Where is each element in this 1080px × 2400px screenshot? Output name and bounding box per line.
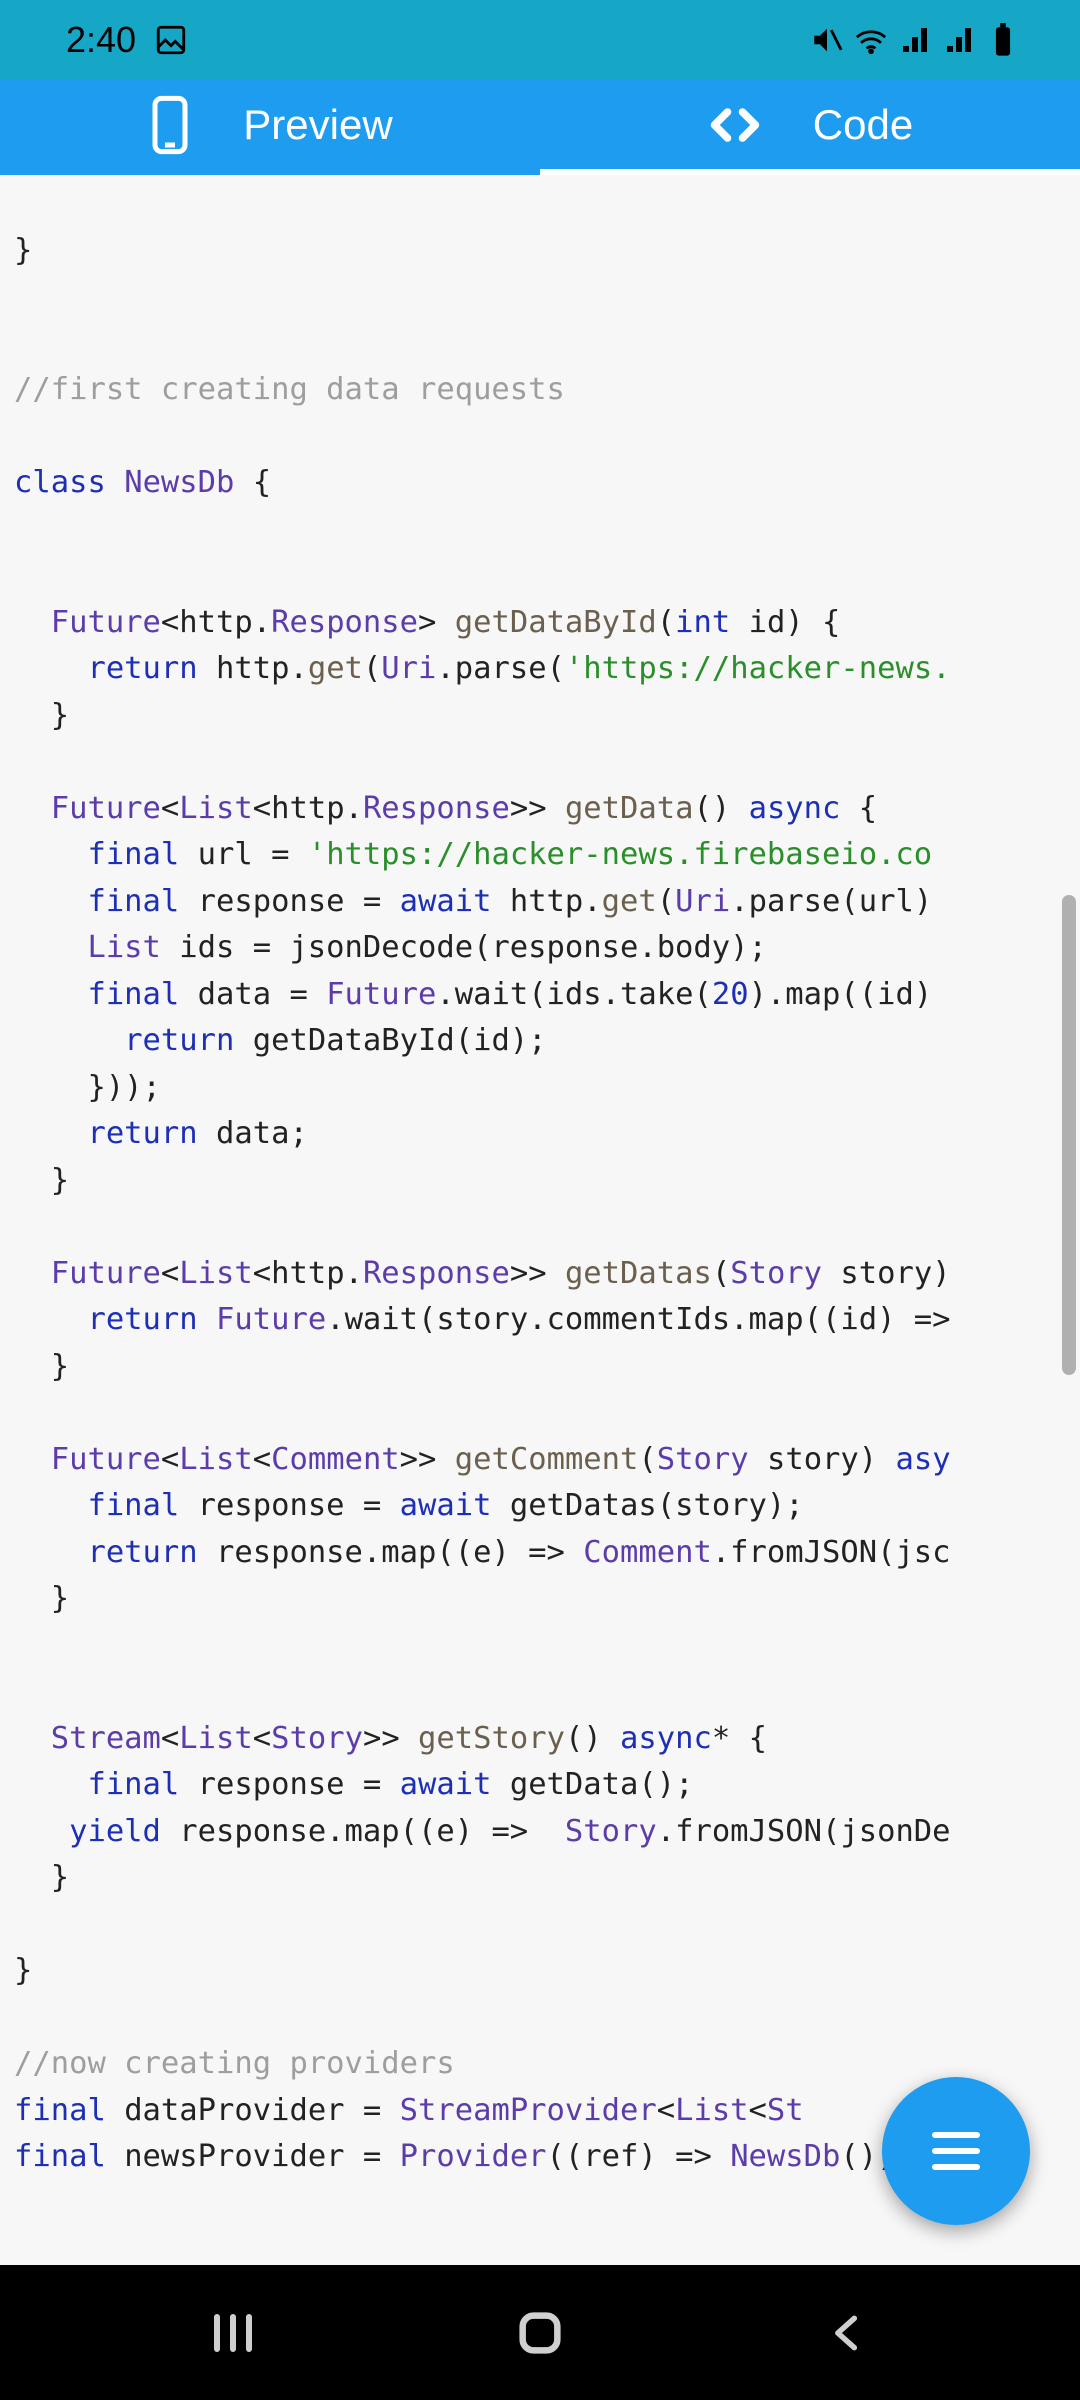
signal1-icon — [898, 23, 932, 57]
wifi-icon — [854, 23, 888, 57]
phone-icon — [147, 95, 193, 155]
tab-preview-label: Preview — [243, 101, 392, 149]
scrollbar-thumb[interactable] — [1062, 895, 1076, 1375]
status-right — [810, 23, 1020, 57]
menu-fab[interactable] — [882, 2077, 1030, 2225]
status-bar: 2:40 — [0, 0, 1080, 80]
phone-frame: 2:40 — [0, 0, 1080, 2400]
code-content: } //first creating data requests class N… — [14, 181, 1066, 2181]
mute-icon — [810, 23, 844, 57]
status-left: 2:40 — [66, 19, 188, 61]
nav-home[interactable] — [500, 2293, 580, 2373]
tab-code-label: Code — [813, 101, 913, 149]
battery-icon — [986, 23, 1020, 57]
nav-recents[interactable] — [193, 2293, 273, 2373]
system-nav-bar — [0, 2265, 1080, 2400]
picture-icon — [154, 23, 188, 57]
code-editor[interactable]: } //first creating data requests class N… — [0, 175, 1080, 2265]
code-icon — [707, 105, 763, 145]
signal2-icon — [942, 23, 976, 57]
status-time: 2:40 — [66, 19, 136, 61]
menu-icon — [932, 2132, 980, 2170]
nav-back[interactable] — [807, 2293, 887, 2373]
tab-code[interactable]: Code — [540, 80, 1080, 175]
tab-preview[interactable]: Preview — [0, 80, 540, 175]
tab-bar: Preview Code — [0, 80, 1080, 175]
